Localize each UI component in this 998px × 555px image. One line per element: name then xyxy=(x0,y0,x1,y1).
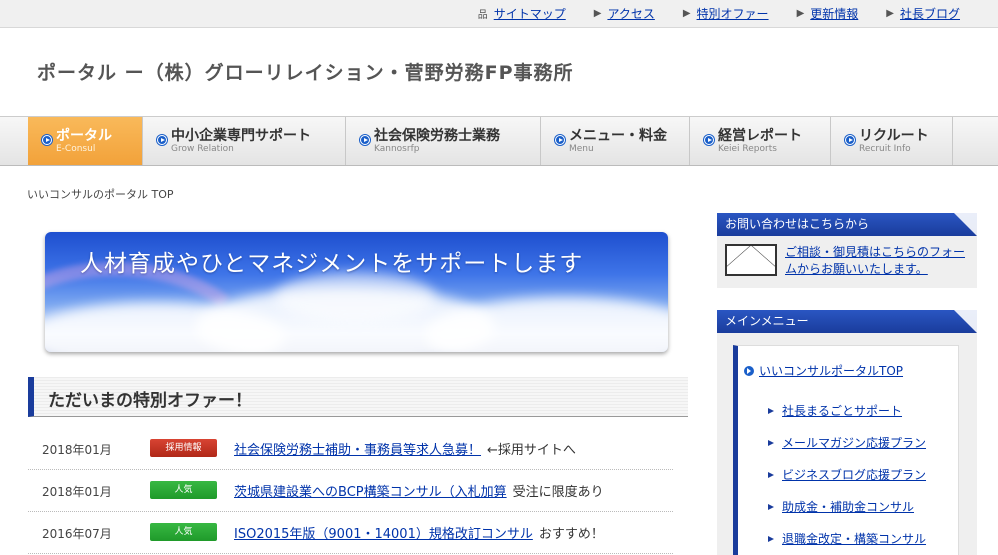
arrow-circle-icon xyxy=(42,135,52,145)
arrow-circle-icon xyxy=(744,365,754,376)
offer-note: 受注に限度あり xyxy=(512,485,604,500)
offer-link[interactable]: 茨城県建設業へのBCP構築コンサル（入札加算 xyxy=(234,485,507,500)
triangle-right-icon xyxy=(768,503,774,510)
arrow-circle-icon xyxy=(157,135,167,145)
nav-sublabel: Grow Relation xyxy=(171,144,234,154)
updates-link[interactable]: 更新情報 xyxy=(810,5,858,22)
main-menu-list: いいコンサルポータルTOP 社長まるごとサポート メールマガジン応援プラン ビジ… xyxy=(733,345,959,555)
contact-body: ご相談・御見積はこちらのフォームからお願いいたします。 xyxy=(717,236,977,288)
nav-item-sme-support[interactable]: 中小企業専門サポート Grow Relation xyxy=(143,117,346,165)
nav-sublabel: Keiei Reports xyxy=(718,144,777,154)
contact-form-link[interactable]: ご相談・御見積はこちらのフォームからお願いいたします。 xyxy=(785,245,965,276)
offer-date: 2018年01月 xyxy=(42,485,112,499)
nav-label: メニュー・料金 xyxy=(569,128,667,144)
triangle-right-icon xyxy=(768,535,774,542)
banner-text: 人材育成やひとマネジメントをサポートします xyxy=(80,251,584,277)
access-link[interactable]: アクセス xyxy=(607,5,654,22)
utility-link-offer[interactable]: ▶ 特別オファー xyxy=(683,5,769,22)
utility-links: 品 サイトマップ ▶ アクセス ▶ 特別オファー ▶ 更新情報 ▶ 社長ブログ xyxy=(478,5,960,22)
arrow-circle-icon xyxy=(704,135,714,145)
offer-link[interactable]: ISO2015年版（9001・14001）規格改訂コンサル xyxy=(234,527,533,542)
menu-link[interactable]: 退職金改定・構築コンサル xyxy=(782,530,926,547)
offer-badge: 採用情報 xyxy=(150,439,217,457)
arrow-circle-icon xyxy=(360,135,370,145)
nav-item-menu-pricing[interactable]: メニュー・料金 Menu xyxy=(541,117,690,165)
nav-sublabel: Recruit Info xyxy=(859,144,911,154)
contact-text: ご相談・御見積はこちらのフォームからお願いいたします。 xyxy=(785,244,971,278)
offer-link-wrap: 社会保険労務士補助・事務員等求人急募！ ←採用サイトへ xyxy=(234,439,576,458)
special-offer-link[interactable]: 特別オファー xyxy=(697,5,769,22)
arrow-icon: ▶ xyxy=(682,8,691,19)
triangle-right-icon xyxy=(768,439,774,446)
arrow-icon: ▶ xyxy=(886,8,894,19)
offer-link-wrap: ISO2015年版（9001・14001）規格改訂コンサル おすすめ！ xyxy=(234,523,604,542)
nav-sublabel: Menu xyxy=(569,144,594,154)
triangle-right-icon xyxy=(768,471,774,478)
menu-item[interactable]: 社長まるごとサポート xyxy=(768,402,902,419)
arrow-icon: ▶ xyxy=(796,8,805,19)
offer-row: 2016年07月 人気 ISO2015年版（9001・14001）規格改訂コンサ… xyxy=(28,512,673,554)
nav-item-portal[interactable]: ポータル E-Consul xyxy=(28,117,143,165)
nav-sublabel: Kannosrfp xyxy=(374,144,420,154)
site-header: ポータル ー（株）グローリレイション・菅野労務FP事務所 xyxy=(0,28,998,116)
offer-badge: 人気 xyxy=(150,523,217,541)
arrow-circle-icon xyxy=(845,135,855,145)
nav-label: リクルート xyxy=(859,128,929,144)
offer-link[interactable]: 社会保険労務士補助・事務員等求人急募！ xyxy=(234,443,481,458)
sitemap-link[interactable]: サイトマップ xyxy=(494,5,566,22)
menu-link[interactable]: 社長まるごとサポート xyxy=(782,402,902,419)
main-menu-heading: メインメニュー xyxy=(717,310,977,333)
site-title[interactable]: ポータル ー（株）グローリレイション・菅野労務FP事務所 xyxy=(37,58,574,85)
breadcrumb: いいコンサルのポータル TOP xyxy=(27,188,174,201)
offer-row: 2018年01月 採用情報 社会保険労務士補助・事務員等求人急募！ ←採用サイトへ xyxy=(28,428,673,470)
offers-heading: ただいまの特別オファー！ xyxy=(48,391,252,411)
president-blog-link[interactable]: 社長ブログ xyxy=(900,5,960,22)
utility-link-blog[interactable]: ▶ 社長ブログ xyxy=(886,5,960,22)
menu-link-portal-top[interactable]: いいコンサルポータルTOP xyxy=(759,362,903,379)
nav-label: 経営レポート xyxy=(718,128,802,144)
nav-label: 中小企業専門サポート xyxy=(171,128,311,144)
offer-badge: 人気 xyxy=(150,481,217,499)
offer-note: おすすめ！ xyxy=(538,527,604,542)
menu-link[interactable]: ビジネスブログ応援プラン xyxy=(782,466,926,483)
menu-item[interactable]: 助成金・補助金コンサル xyxy=(768,498,914,515)
cloud-decoration xyxy=(275,272,435,322)
contact-box: お問い合わせはこちらから ご相談・御見積はこちらのフォームからお願いいたします。 xyxy=(717,213,977,288)
offer-row: 2018年01月 人気 茨城県建設業へのBCP構築コンサル（入札加算 受注に限度あ… xyxy=(28,470,673,512)
main-menu-box: メインメニュー いいコンサルポータルTOP 社長まるごとサポート メールマガジン… xyxy=(717,310,977,555)
hero-banner: 人材育成やひとマネジメントをサポートします xyxy=(45,232,668,352)
menu-item[interactable]: ビジネスブログ応援プラン xyxy=(768,466,926,483)
mail-icon[interactable] xyxy=(725,244,777,276)
menu-link[interactable]: メールマガジン応援プラン xyxy=(782,434,926,451)
nav-item-labor-consultant[interactable]: 社会保険労務士業務 Kannosrfp xyxy=(346,117,541,165)
contact-heading: お問い合わせはこちらから xyxy=(717,213,977,236)
nav-item-reports[interactable]: 経営レポート Keiei Reports xyxy=(690,117,831,165)
menu-item-top[interactable]: いいコンサルポータルTOP xyxy=(744,362,903,379)
utility-bar: 品 サイトマップ ▶ アクセス ▶ 特別オファー ▶ 更新情報 ▶ 社長ブログ xyxy=(0,0,998,28)
arrow-circle-icon xyxy=(555,135,565,145)
main-menu-body: いいコンサルポータルTOP 社長まるごとサポート メールマガジン応援プラン ビジ… xyxy=(717,333,977,555)
nav-label: ポータル xyxy=(56,128,112,144)
offer-link-wrap: 茨城県建設業へのBCP構築コンサル（入札加算 受注に限度あり xyxy=(234,481,604,500)
global-nav: ポータル E-Consul 中小企業専門サポート Grow Relation 社… xyxy=(0,116,998,166)
nav-sublabel: E-Consul xyxy=(56,144,96,154)
utility-link-updates[interactable]: ▶ 更新情報 xyxy=(797,5,859,22)
offer-note: ←採用サイトへ xyxy=(487,443,576,458)
nav-label: 社会保険労務士業務 xyxy=(374,128,500,144)
nav-item-recruit[interactable]: リクルート Recruit Info xyxy=(831,117,953,165)
menu-item[interactable]: メールマガジン応援プラン xyxy=(768,434,926,451)
offers-heading-bar: ただいまの特別オファー！ xyxy=(28,377,688,417)
utility-link-sitemap[interactable]: 品 サイトマップ xyxy=(478,5,566,22)
offer-date: 2016年07月 xyxy=(42,527,112,541)
sitemap-icon: 品 xyxy=(477,10,488,21)
menu-link[interactable]: 助成金・補助金コンサル xyxy=(782,498,914,515)
offer-date: 2018年01月 xyxy=(42,443,112,457)
utility-link-access[interactable]: ▶ アクセス xyxy=(594,5,655,22)
triangle-right-icon xyxy=(768,407,774,414)
menu-item[interactable]: 退職金改定・構築コンサル xyxy=(768,530,926,547)
arrow-icon: ▶ xyxy=(593,8,602,19)
